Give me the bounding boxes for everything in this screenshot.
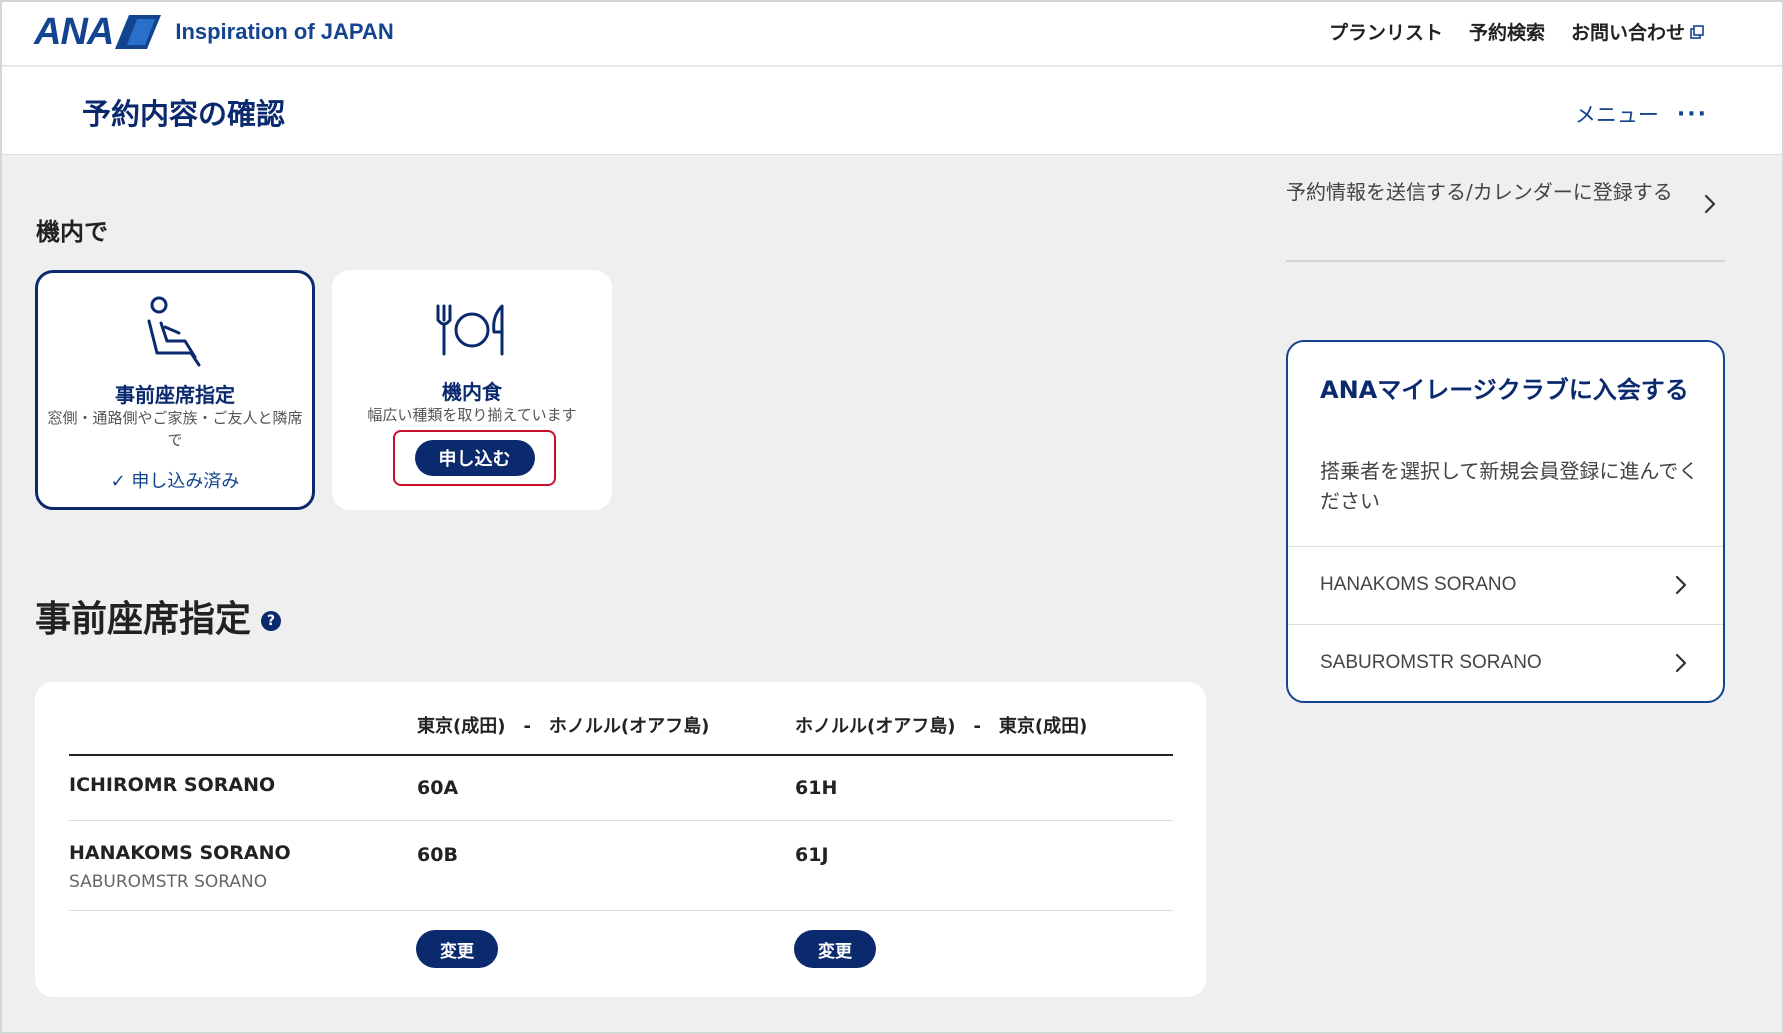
- inflight-heading: 機内で: [36, 218, 108, 246]
- mileage-club-desc: 搭乗者を選択して新規会員登録に進んでください: [1320, 459, 1699, 513]
- help-icon[interactable]: ?: [261, 611, 282, 631]
- seat-card-title: 事前座席指定: [115, 383, 235, 407]
- seat-card-desc: 窓側・通路側やご家族・ご友人と隣席で: [47, 409, 303, 449]
- chevron-right-icon: [1704, 194, 1716, 214]
- send-link-divider: [1286, 260, 1725, 262]
- more-dots-icon: ···: [1676, 101, 1708, 127]
- change-seat-outbound-button[interactable]: 変更: [416, 930, 498, 968]
- header-divider: [69, 754, 1173, 756]
- seat-section-title: 事前座席指定: [35, 599, 252, 640]
- meal-card-desc: 幅広い種類を取り揃えています: [367, 406, 577, 424]
- change-seat-return-button[interactable]: 変更: [794, 930, 876, 968]
- browser-frame: ANA Inspiration of JAPAN プランリスト 予約検索 お問い…: [0, 0, 1784, 1034]
- top-header: ANA Inspiration of JAPAN プランリスト 予約検索 お問い…: [2, 2, 1782, 66]
- seat-number: 61J: [795, 844, 829, 866]
- nav-reservation-search[interactable]: 予約検索: [1469, 18, 1545, 45]
- fork-knife-plate-icon: [436, 304, 504, 356]
- amc-passenger-name: HANAKOMS SORANO: [1320, 574, 1517, 595]
- col-header-return: ホノルル(オアフ島) - 東京(成田): [795, 716, 1088, 737]
- col-header-outbound: 東京(成田) - ホノルル(オアフ島): [417, 716, 710, 737]
- title-bar: 予約内容の確認 メニュー ···: [2, 67, 1782, 155]
- seat-number: 61H: [795, 777, 838, 799]
- passenger-name: ICHIROMR SORANO: [69, 774, 276, 796]
- nav-plan-list[interactable]: プランリスト: [1329, 18, 1443, 45]
- chevron-right-icon: [1675, 575, 1687, 595]
- seat-assignment-table: 東京(成田) - ホノルル(オアフ島) ホノルル(オアフ島) - 東京(成田) …: [35, 682, 1206, 997]
- amc-passenger-item[interactable]: HANAKOMS SORANO: [1320, 547, 1687, 623]
- send-reservation-link[interactable]: 予約情報を送信する/カレンダーに登録する: [1286, 176, 1716, 214]
- meal-icon-wrap: [332, 292, 612, 360]
- apply-highlight-box: 申し込む: [393, 430, 556, 486]
- chevron-right-icon: [1675, 653, 1687, 673]
- row-divider: [69, 820, 1173, 821]
- meal-card-title: 機内食: [442, 380, 502, 404]
- seat-selection-card[interactable]: 事前座席指定 窓側・通路側やご家族・ご友人と隣席で ✓ 申し込み済み: [35, 270, 315, 510]
- seat-card-status: ✓ 申し込み済み: [110, 471, 240, 492]
- page-title: 予約内容の確認: [82, 97, 286, 131]
- menu-label: メニュー: [1574, 103, 1659, 127]
- amc-passenger-name: SABUROMSTR SORANO: [1320, 652, 1542, 673]
- passenger-name: HANAKOMS SORANO: [69, 842, 291, 864]
- external-link-icon: [1690, 24, 1704, 39]
- seat-icon-wrap: [38, 295, 312, 371]
- ana-logo[interactable]: ANA Inspiration of JAPAN: [34, 11, 394, 53]
- mileage-club-title: ANAマイレージクラブに入会する: [1320, 376, 1689, 404]
- seat-icon: [147, 296, 201, 367]
- seat-number: 60B: [417, 844, 458, 866]
- seat-number: 60A: [417, 777, 459, 799]
- infant-name: SABUROMSTR SORANO: [69, 872, 268, 892]
- menu-button[interactable]: メニュー ···: [1575, 99, 1708, 129]
- inflight-meal-card[interactable]: 機内食 幅広い種類を取り揃えています 申し込む: [332, 270, 612, 510]
- top-nav: プランリスト 予約検索 お問い合わせ: [1329, 18, 1704, 45]
- logo-tagline: Inspiration of JAPAN: [175, 19, 394, 44]
- logo-wordmark: ANA: [34, 11, 114, 53]
- nav-contact-label: お問い合わせ: [1570, 22, 1685, 44]
- meal-apply-button[interactable]: 申し込む: [414, 440, 535, 476]
- send-reservation-label: 予約情報を送信する/カレンダーに登録する: [1286, 180, 1673, 204]
- mileage-club-card: ANAマイレージクラブに入会する 搭乗者を選択して新規会員登録に進んでください …: [1286, 340, 1725, 703]
- logo-slash-icon: [115, 15, 162, 49]
- nav-contact[interactable]: お問い合わせ: [1571, 18, 1704, 45]
- amc-passenger-item[interactable]: SABUROMSTR SORANO: [1320, 625, 1687, 701]
- row-divider: [69, 910, 1173, 911]
- seat-section-heading: 事前座席指定 ?: [35, 590, 282, 642]
